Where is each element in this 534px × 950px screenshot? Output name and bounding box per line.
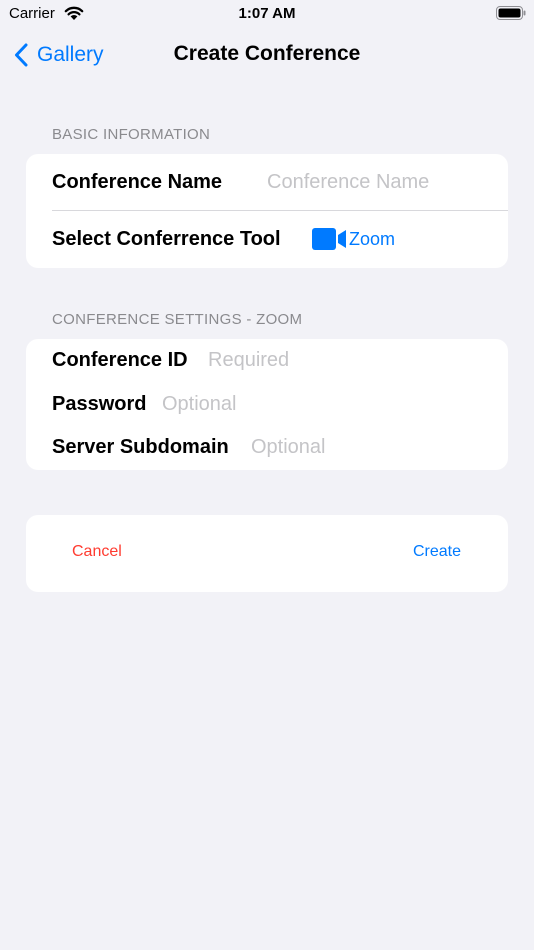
conference-tool-value: Zoom bbox=[349, 228, 396, 249]
cancel-button[interactable]: Cancel bbox=[72, 543, 122, 561]
settings-card: Conference ID Required Password Optional… bbox=[26, 339, 508, 470]
video-camera-icon bbox=[312, 228, 346, 250]
create-button[interactable]: Create bbox=[413, 543, 461, 561]
conference-name-input[interactable]: Conference Name bbox=[267, 171, 429, 194]
conference-id-input[interactable]: Required bbox=[208, 349, 289, 372]
status-bar: Carrier 1:07 AM bbox=[0, 0, 534, 28]
server-subdomain-input[interactable]: Optional bbox=[251, 436, 326, 459]
conference-name-label: Conference Name bbox=[52, 171, 223, 193]
conference-id-label: Conference ID bbox=[52, 349, 188, 371]
conference-tool-selector[interactable]: Zoom bbox=[312, 228, 395, 250]
basic-info-card: Conference Name Conference Name Select C… bbox=[26, 154, 508, 268]
basic-info-header: BASIC INFORMATION bbox=[52, 126, 211, 143]
navigation-bar: Gallery Create Conference bbox=[0, 28, 534, 80]
password-label: Password bbox=[52, 393, 147, 415]
page-title: Create Conference bbox=[173, 42, 361, 65]
select-tool-label: Select Conferrence Tool bbox=[52, 228, 281, 250]
status-time: 1:07 AM bbox=[238, 5, 296, 22]
server-subdomain-label: Server Subdomain bbox=[52, 436, 229, 458]
divider bbox=[52, 210, 508, 211]
actions-card: Cancel Create bbox=[26, 515, 508, 592]
battery-icon bbox=[496, 6, 526, 20]
password-input[interactable]: Optional bbox=[162, 393, 237, 416]
settings-header: CONFERENCE SETTINGS - ZOOM bbox=[52, 311, 303, 328]
